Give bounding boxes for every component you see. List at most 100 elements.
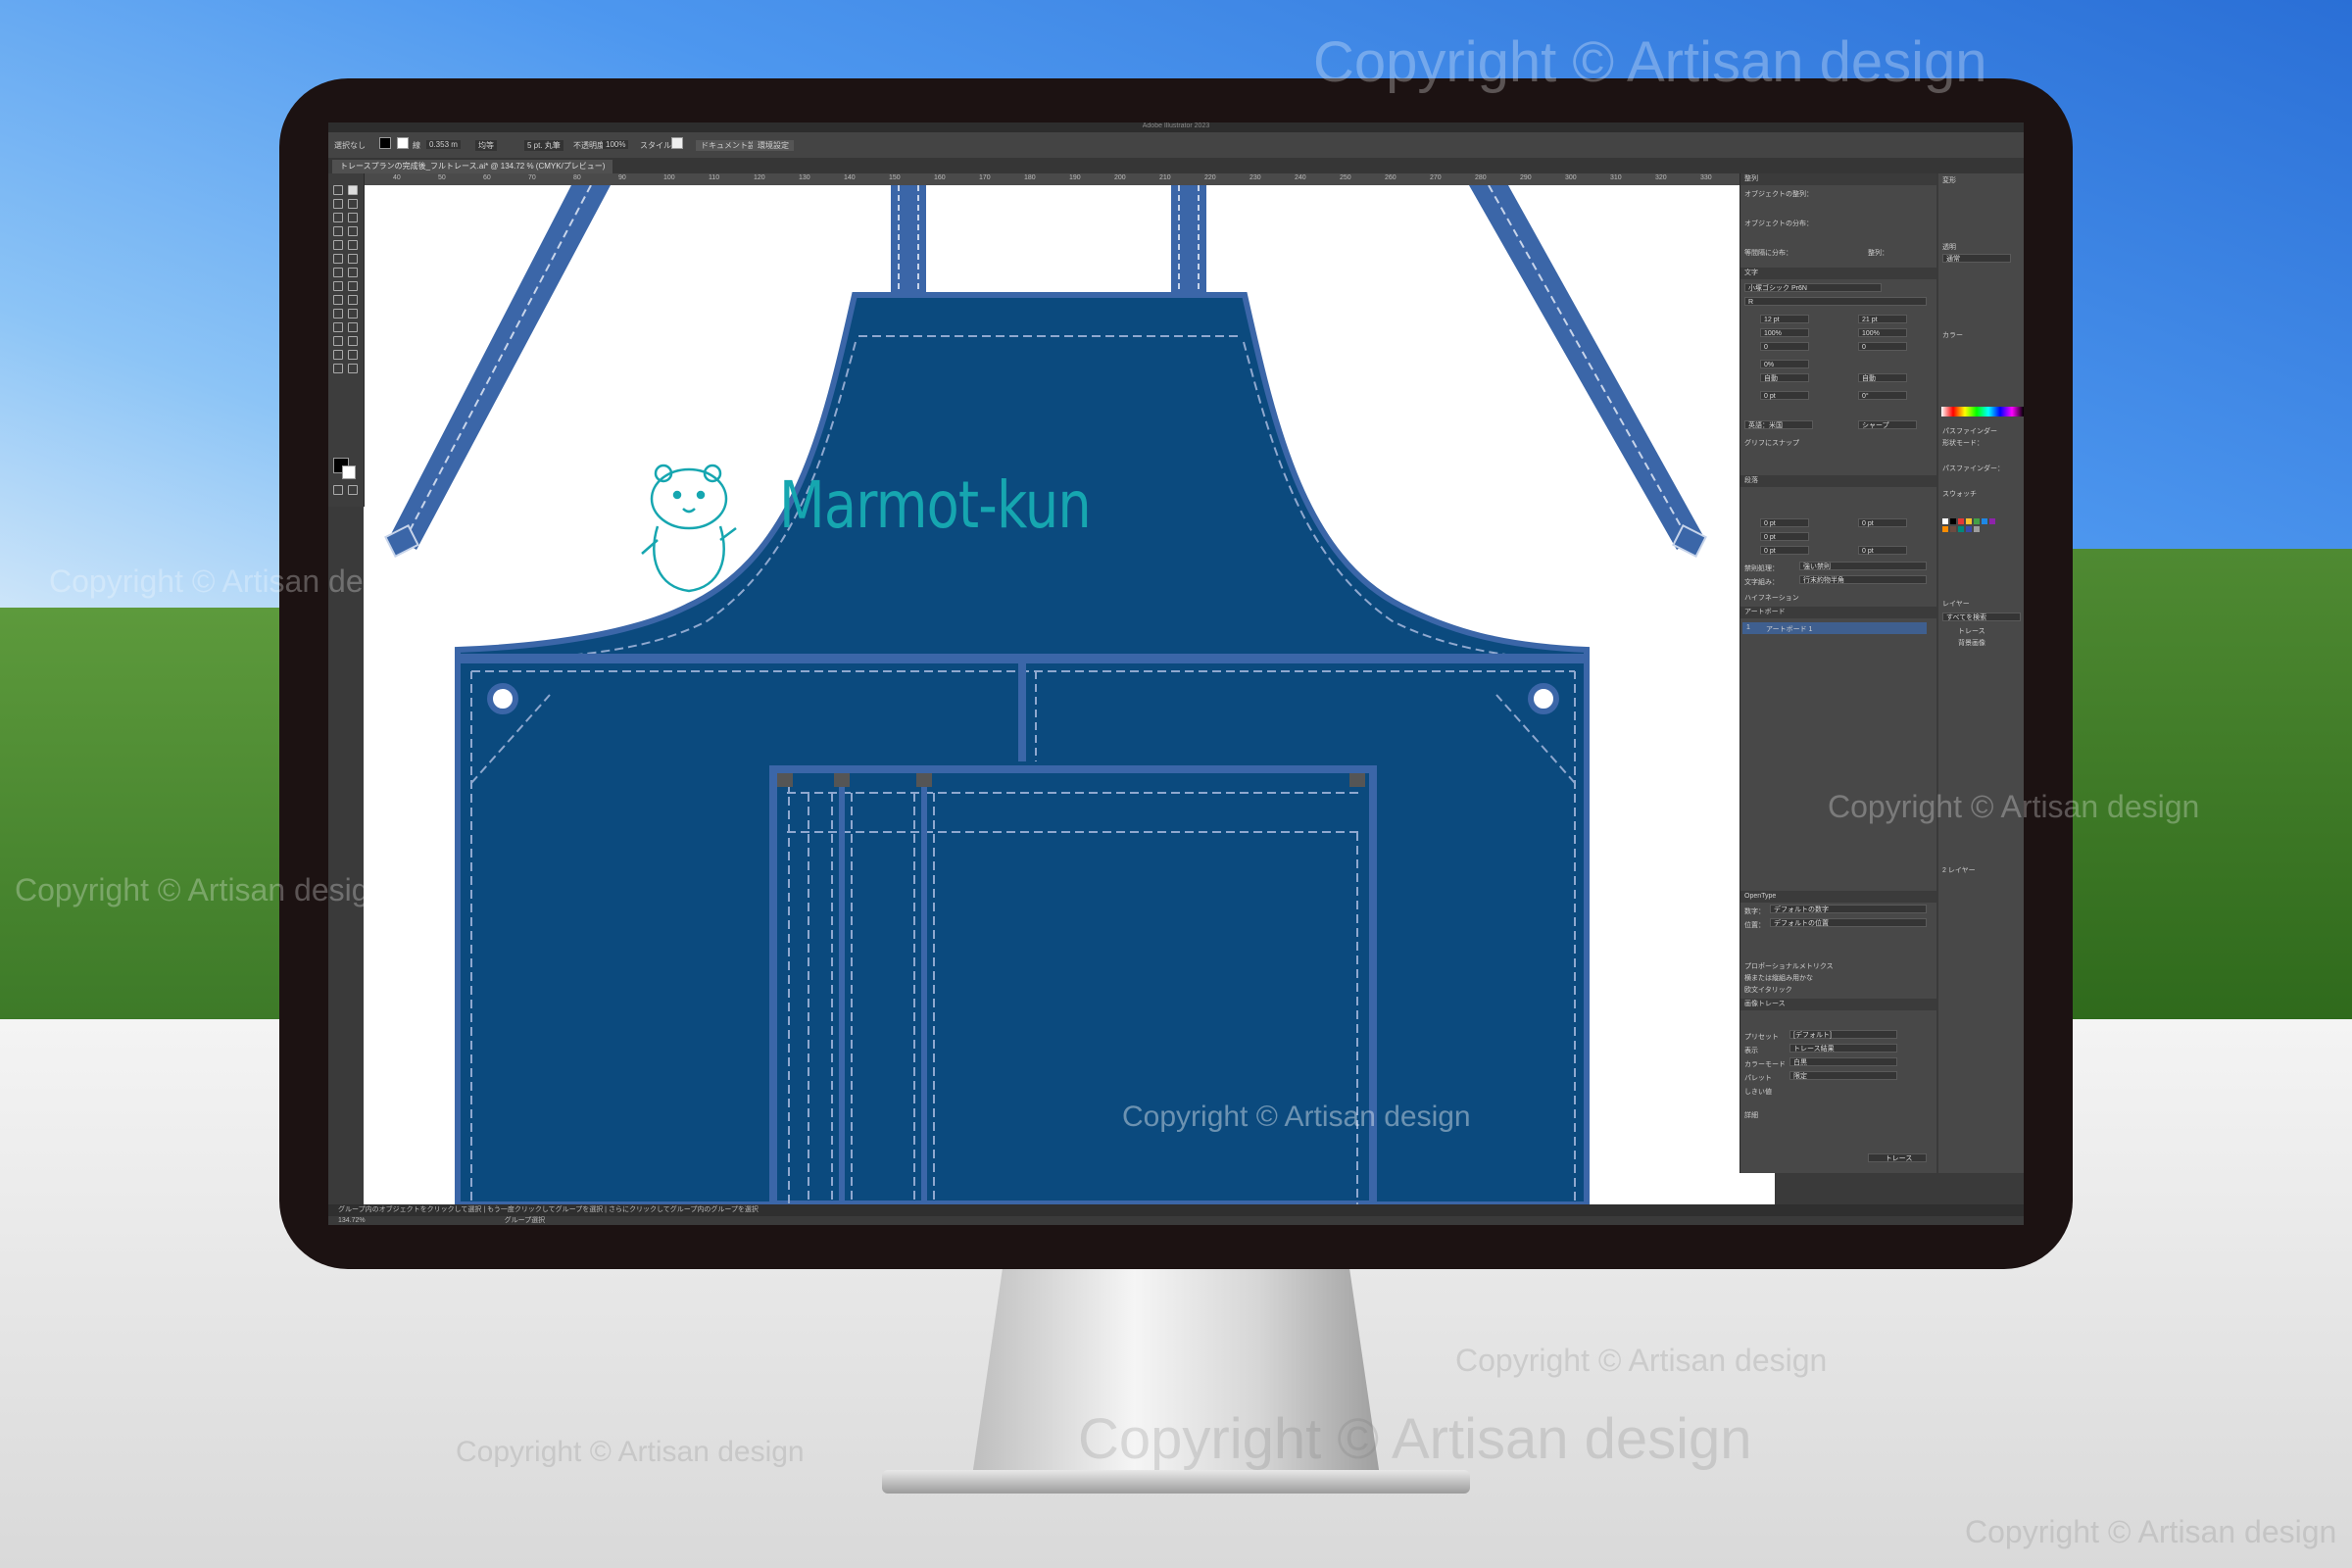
layer-background[interactable]: 背景画像 [1958,638,1985,648]
char-rotation-field[interactable]: 0° [1858,391,1907,400]
blend-mode-dropdown[interactable]: 通常 [1942,254,2011,263]
pen-tool-icon[interactable] [333,213,343,222]
neck-strap-right[interactable] [1171,185,1206,301]
preferences-button[interactable]: 環境設定 [753,140,794,151]
align-panel-header[interactable]: 整列 [1740,173,1936,185]
baseline-shift-field[interactable]: 0 pt [1760,391,1809,400]
hyphenation-checkbox[interactable]: ハイフネーション [1744,593,1799,603]
width-tool-icon[interactable] [333,281,343,291]
artboards-panel-header[interactable]: アートボード [1740,607,1936,618]
magic-wand-tool-icon[interactable] [333,199,343,209]
space-after-field[interactable]: 0 pt [1858,546,1907,555]
line-tool-icon[interactable] [348,226,358,236]
view-dropdown[interactable]: トレース結果 [1789,1044,1897,1053]
symbol-sprayer-tool-icon[interactable] [333,336,343,346]
type-tool-icon[interactable] [333,226,343,236]
kana-checkbox[interactable]: 横または縦組み用かな [1744,973,1813,983]
pathfinder-panel-header[interactable]: パスファインダー [1942,426,1997,436]
swatch-blue[interactable] [1982,518,1987,524]
tracking-field[interactable]: 0 [1858,342,1907,351]
tsume-field[interactable]: 0% [1760,360,1809,368]
selection-tool-icon[interactable] [333,185,343,195]
swatch-red[interactable] [1958,518,1964,524]
swatch-teal[interactable] [1958,526,1964,532]
vertical-scale-field[interactable]: 100% [1858,328,1907,337]
slice-tool-icon[interactable] [348,350,358,360]
layers-search-field[interactable]: すべてを検索 [1942,612,2021,621]
paintbrush-tool-icon[interactable] [348,240,358,250]
marmot-mascot-logo[interactable] [641,464,737,593]
swatch-purple[interactable] [1989,518,1995,524]
gradient-tool-icon[interactable] [348,309,358,318]
eraser-tool-icon[interactable] [348,254,358,264]
graph-tool-icon[interactable] [348,336,358,346]
zoom-level[interactable]: 134.72% [338,1217,366,1224]
swatch-white[interactable] [1942,518,1948,524]
swatch-gray[interactable] [1974,526,1980,532]
curvature-tool-icon[interactable] [348,213,358,222]
indent-left-field[interactable]: 0 pt [1760,518,1809,527]
font-family-field[interactable]: 小塚ゴシック Pr6N [1744,283,1882,292]
right-strap[interactable] [1469,185,1707,559]
color-spectrum-bar[interactable] [1941,407,2024,416]
aki-left-field[interactable]: 自動 [1760,373,1809,382]
style-swatch[interactable] [671,137,683,149]
rotate-tool-icon[interactable] [333,268,343,277]
swatch-green[interactable] [1974,518,1980,524]
swatch-brown[interactable] [1950,526,1956,532]
blend-tool-icon[interactable] [348,322,358,332]
proportional-metrics-checkbox[interactable]: プロポーショナルメトリクス [1744,961,1834,971]
leading-field[interactable]: 21 pt [1858,315,1907,323]
stroke-profile-dropdown[interactable]: 均等 [475,140,497,151]
aki-right-field[interactable]: 自動 [1858,373,1907,382]
swatch-yellow[interactable] [1966,518,1972,524]
horizontal-scale-field[interactable]: 100% [1760,328,1809,337]
artboard-row[interactable]: 1 アートボード 1 [1742,622,1927,634]
artboard-canvas[interactable]: Marmot-kun [364,185,1775,1204]
logo-wordmark[interactable]: Marmot-kun [779,467,1092,543]
mojikumi-dropdown[interactable]: 行末約物半角 [1799,575,1927,584]
fill-swatch[interactable] [379,137,391,149]
perspective-grid-tool-icon[interactable] [348,295,358,305]
font-style-field[interactable]: R [1744,297,1927,306]
trace-button[interactable]: トレース [1868,1153,1927,1162]
font-size-field[interactable]: 12 pt [1760,315,1809,323]
artboard-tool-icon[interactable] [333,350,343,360]
transparency-panel-header[interactable]: 透明 [1942,242,1956,252]
antialias-dropdown[interactable]: シャープ [1858,420,1917,429]
swatch-black[interactable] [1950,518,1956,524]
palette-dropdown[interactable]: 限定 [1789,1071,1897,1080]
color-mode-dropdown[interactable]: 白黒 [1789,1057,1897,1066]
zoom-tool-icon[interactable] [348,364,358,373]
document-tab[interactable]: トレースプランの完成後_フルトレース.ai* @ 134.72 % (CMYK/… [332,160,613,173]
color-panel-header[interactable]: カラー [1942,330,1963,340]
stroke-weight-field[interactable]: 0.353 m [426,140,461,149]
eyedropper-tool-icon[interactable] [333,322,343,332]
pencil-tool-icon[interactable] [333,254,343,264]
hand-tool-icon[interactable] [333,364,343,373]
scale-tool-icon[interactable] [348,268,358,277]
front-pocket[interactable] [769,765,1377,1204]
stroke-color-swatch[interactable] [342,466,356,479]
space-before-field[interactable]: 0 pt [1760,546,1809,555]
stroke-swatch[interactable] [397,137,409,149]
swatch-orange[interactable] [1942,526,1948,532]
opentype-panel-header[interactable]: OpenType [1740,891,1936,903]
image-trace-panel-header[interactable]: 画像トレース [1740,999,1936,1010]
brush-dropdown[interactable]: 5 pt. 丸筆 [524,140,564,151]
free-transform-tool-icon[interactable] [348,281,358,291]
transform-panel-header[interactable]: 変形 [1942,175,1956,185]
roman-italics-checkbox[interactable]: 欧文イタリック [1744,985,1792,995]
neck-strap-left[interactable] [891,185,926,301]
direct-selection-tool-icon[interactable] [348,185,358,195]
figure-dropdown[interactable]: デフォルトの数字 [1770,905,1927,913]
layers-panel-header[interactable]: レイヤー [1942,599,1970,609]
kinsoku-dropdown[interactable]: 強い禁則 [1799,562,1927,570]
position-dropdown[interactable]: デフォルトの位置 [1770,918,1927,927]
advanced-toggle[interactable]: 詳細 [1744,1110,1758,1120]
left-strap[interactable] [384,185,611,559]
draw-mode-icon[interactable] [333,485,343,495]
layer-trace[interactable]: トレース [1958,626,1985,636]
indent-right-field[interactable]: 0 pt [1858,518,1907,527]
swatch-indigo[interactable] [1966,526,1972,532]
